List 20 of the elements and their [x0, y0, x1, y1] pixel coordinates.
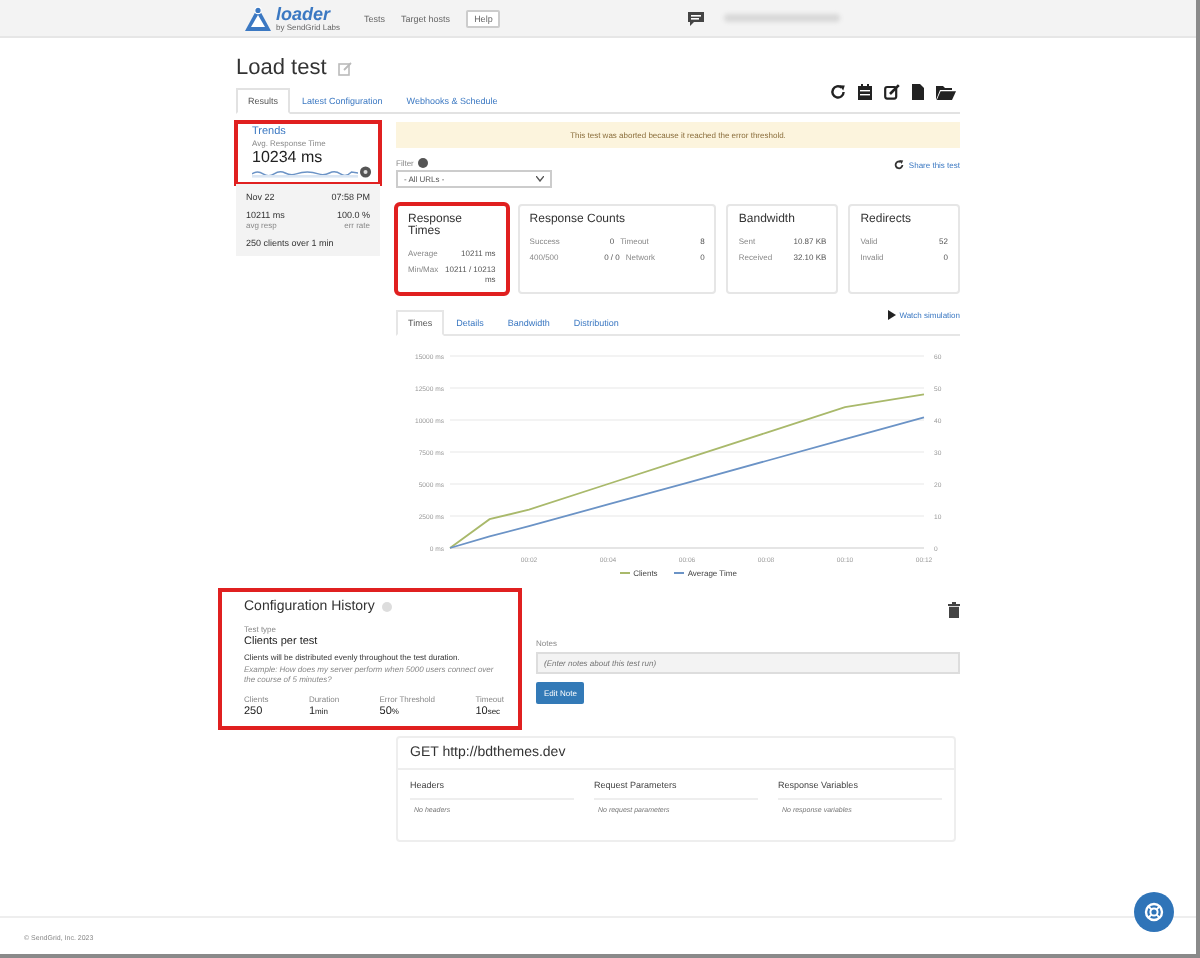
info-badge-icon[interactable]: [360, 166, 372, 178]
folder-icon[interactable]: [936, 84, 956, 100]
file-icon[interactable]: [912, 84, 924, 100]
blurred-bar: [720, 10, 844, 26]
share-icon: [894, 160, 905, 170]
chat-icon[interactable]: [688, 11, 704, 25]
logo-icon: [244, 5, 272, 31]
help-icon[interactable]: [417, 158, 428, 168]
page-title: Load test: [236, 56, 327, 80]
metric-value: 10234 ms: [252, 148, 325, 166]
edit-icon[interactable]: [884, 84, 900, 100]
caret-icon: [536, 176, 544, 182]
calendar-icon[interactable]: [858, 84, 872, 100]
help-button[interactable]: [1134, 892, 1174, 932]
lifebuoy-icon: [1144, 902, 1164, 922]
logo-wordmark: loader: [276, 5, 333, 23]
refresh-icon[interactable]: [830, 84, 846, 100]
play-icon: [887, 310, 896, 320]
trash-icon[interactable]: [948, 602, 960, 618]
sparkline-drawing: [252, 167, 359, 177]
